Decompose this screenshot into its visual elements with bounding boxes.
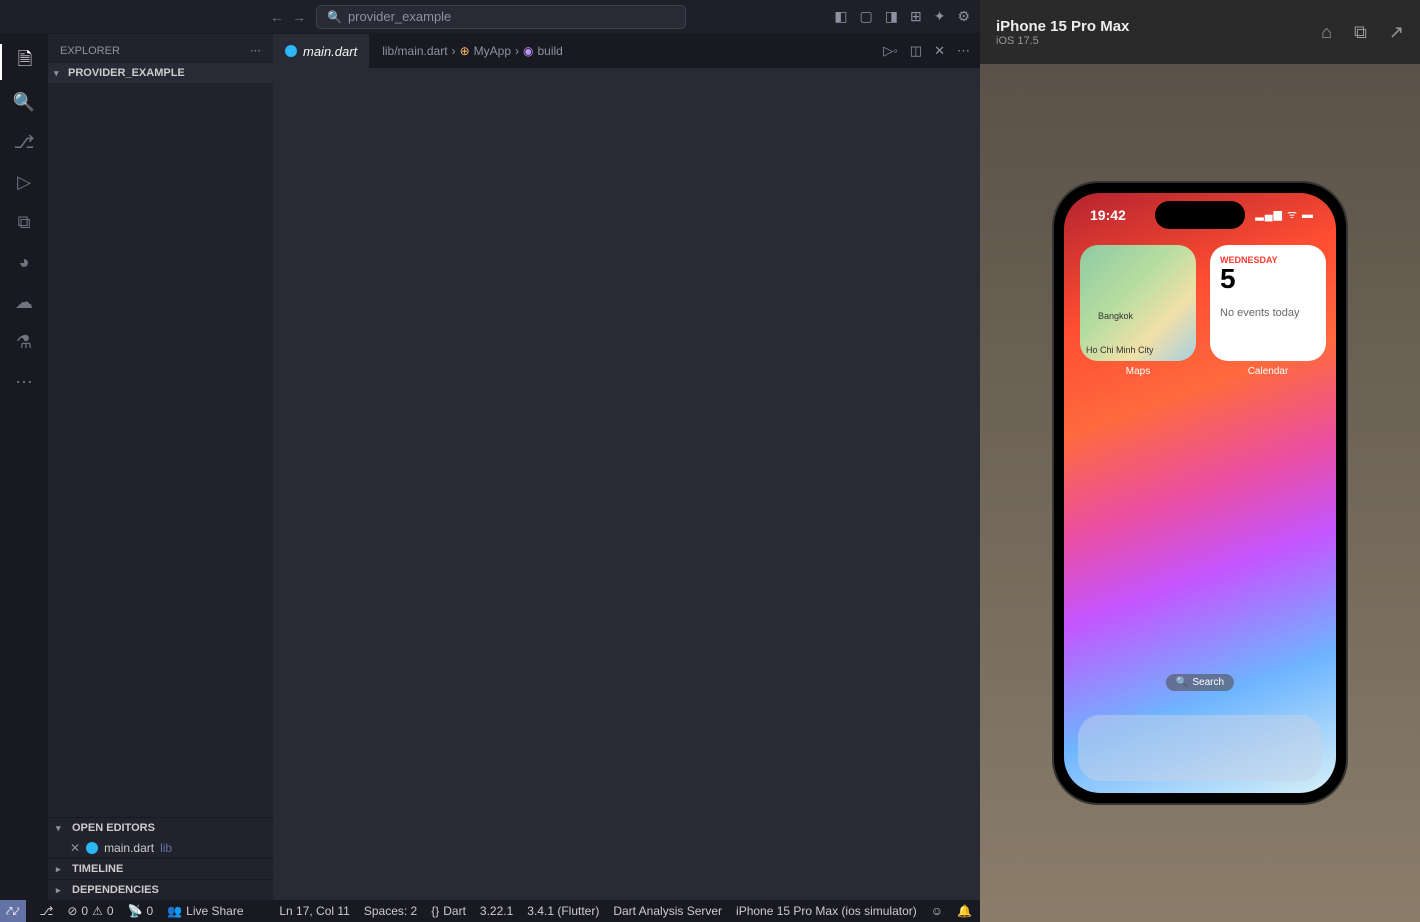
explorer-sidebar: EXPLORER ⋯ ▾ PROVIDER_EXAMPLE ▾ OPEN EDI… <box>48 34 273 900</box>
feedback-icon[interactable]: ☺ <box>931 904 943 918</box>
simulator-header: iPhone 15 Pro Max iOS 17.5 ⌂ ⧉ ↗ <box>980 0 1420 64</box>
copilot-icon[interactable]: ✦ <box>934 8 946 25</box>
close-icon[interactable]: ✕ <box>70 841 80 855</box>
indentation-indicator[interactable]: Spaces: 2 <box>364 904 417 918</box>
language-mode[interactable]: {} Dart <box>431 904 466 918</box>
dock <box>1078 715 1322 781</box>
device-name: iPhone 15 Pro Max <box>996 18 1129 35</box>
status-bar: ⤤⤦ ⎇ ⊘ 0 ⚠ 0 📡 0 👥 Live Share Ln 17, Col… <box>0 900 980 922</box>
run-debug-icon[interactable]: ▷◦ <box>883 43 898 59</box>
search-placeholder: provider_example <box>348 9 451 24</box>
run-view-icon[interactable]: ▷ <box>0 164 48 200</box>
status-icons: ▂▄▆ ᯤ ▬ <box>1255 207 1314 222</box>
titlebar: ← → 🔍 provider_example ◧ ▢ ◨ ⊞ ✦ ⚙ <box>0 0 980 34</box>
line-numbers <box>273 68 321 900</box>
tab-main-dart[interactable]: main.dart <box>273 34 370 68</box>
remote-indicator[interactable]: ⤤⤦ <box>0 900 26 922</box>
analysis-server[interactable]: Dart Analysis Server <box>613 904 722 918</box>
battery-icon: ▬ <box>1302 209 1314 221</box>
file-tree <box>48 83 273 817</box>
editor[interactable] <box>273 68 980 900</box>
tabs-row: main.dart lib/main.dart › ⊕ MyApp › ◉ bu… <box>273 34 980 68</box>
scm-view-icon[interactable]: ⎇ <box>0 124 48 160</box>
search-icon: 🔍 <box>327 10 342 24</box>
ports-indicator[interactable]: 📡 0 <box>128 904 154 918</box>
phone-frame: 19:42 ▂▄▆ ᯤ ▬ Bangkok Ho Chi Minh City M… <box>1054 183 1346 803</box>
widget-label: Maps <box>1080 366 1196 377</box>
breadcrumb[interactable]: lib/main.dart › ⊕ MyApp › ◉ build <box>370 34 575 68</box>
search-view-icon[interactable]: 🔍 <box>0 84 48 120</box>
os-version: iOS 17.5 <box>996 35 1129 47</box>
dart-file-icon <box>285 45 297 57</box>
git-branch-indicator[interactable]: ⎇ <box>40 904 54 918</box>
maps-widget[interactable]: Bangkok Ho Chi Minh City <box>1080 245 1196 361</box>
close-editor-icon[interactable]: ✕ <box>934 43 945 59</box>
screenshot-icon[interactable]: ⧉ <box>1354 22 1367 43</box>
sidebar-more-icon[interactable]: ⋯ <box>250 44 261 57</box>
simulator-body: 19:42 ▂▄▆ ᯤ ▬ Bangkok Ho Chi Minh City M… <box>980 64 1420 922</box>
activity-bar: 🗎 🔍 ⎇ ▷ ⧉ ◕ ☁ ⚗ ⋯ <box>0 34 48 900</box>
flutter-version[interactable]: 3.4.1 (Flutter) <box>527 904 599 918</box>
problems-indicator[interactable]: ⊘ 0 ⚠ 0 <box>67 904 113 918</box>
cloud-icon[interactable]: ☁ <box>0 284 48 320</box>
layout-customize-icon[interactable]: ⊞ <box>910 8 922 25</box>
chevron-down-icon: ▾ <box>54 68 64 79</box>
notifications-icon[interactable]: 🔔 <box>957 904 972 918</box>
status-time: 19:42 <box>1090 207 1126 223</box>
dynamic-island <box>1155 201 1245 229</box>
editor-more-icon[interactable]: ⋯ <box>957 43 970 59</box>
chevron-right-icon: ▸ <box>56 885 66 896</box>
manage-icon[interactable]: ⚙ <box>957 8 970 25</box>
command-center-search[interactable]: 🔍 provider_example <box>316 5 686 29</box>
widget-label: Calendar <box>1210 366 1326 377</box>
open-editor-item[interactable]: ✕ main.dart lib <box>48 838 273 858</box>
chevron-right-icon: ▸ <box>56 864 66 875</box>
editor-area: main.dart lib/main.dart › ⊕ MyApp › ◉ bu… <box>273 34 980 900</box>
project-header[interactable]: ▾ PROVIDER_EXAMPLE <box>48 63 273 83</box>
device-selector[interactable]: iPhone 15 Pro Max (ios simulator) <box>736 904 917 918</box>
spotlight-search[interactable]: 🔍 Search <box>1166 674 1234 691</box>
nav-fwd-icon[interactable]: → <box>292 9 306 25</box>
layout-secondary-icon[interactable]: ◨ <box>885 8 898 25</box>
dependencies-section[interactable]: ▸ DEPENDENCIES <box>48 879 273 900</box>
nav-back-icon[interactable]: ← <box>270 9 284 25</box>
testing-icon[interactable]: ⚗ <box>0 324 48 360</box>
split-editor-icon[interactable]: ◫ <box>910 43 922 59</box>
layout-panel-icon[interactable]: ▢ <box>860 8 873 25</box>
chevron-down-icon: ▾ <box>56 823 66 834</box>
dart-file-icon <box>86 842 98 854</box>
signal-icon: ▂▄▆ <box>1255 208 1283 221</box>
search-icon: 🔍 <box>1176 677 1188 688</box>
code-content[interactable] <box>321 68 980 900</box>
external-icon[interactable]: ↗ <box>1389 22 1404 43</box>
explorer-view-icon[interactable]: 🗎 <box>0 44 48 80</box>
calendar-widget[interactable]: WEDNESDAY 5 No events today <box>1210 245 1326 361</box>
liveshare-button[interactable]: 👥 Live Share <box>167 904 243 918</box>
open-editors-section[interactable]: ▾ OPEN EDITORS <box>48 817 273 838</box>
ios-simulator-panel: iPhone 15 Pro Max iOS 17.5 ⌂ ⧉ ↗ 19:42 ▂… <box>980 0 1420 922</box>
phone-screen[interactable]: 19:42 ▂▄▆ ᯤ ▬ Bangkok Ho Chi Minh City M… <box>1064 193 1336 793</box>
wifi-icon: ᯤ <box>1287 207 1298 222</box>
timeline-section[interactable]: ▸ TIMELINE <box>48 858 273 879</box>
database-icon[interactable]: ◕ <box>0 244 48 280</box>
extensions-view-icon[interactable]: ⧉ <box>0 204 48 240</box>
sidebar-title: EXPLORER <box>60 45 120 57</box>
cursor-position[interactable]: Ln 17, Col 11 <box>279 904 350 918</box>
home-icon[interactable]: ⌂ <box>1321 22 1332 43</box>
dart-version[interactable]: 3.22.1 <box>480 904 513 918</box>
layout-primary-icon[interactable]: ◧ <box>834 8 847 25</box>
more-views-icon[interactable]: ⋯ <box>0 364 48 400</box>
